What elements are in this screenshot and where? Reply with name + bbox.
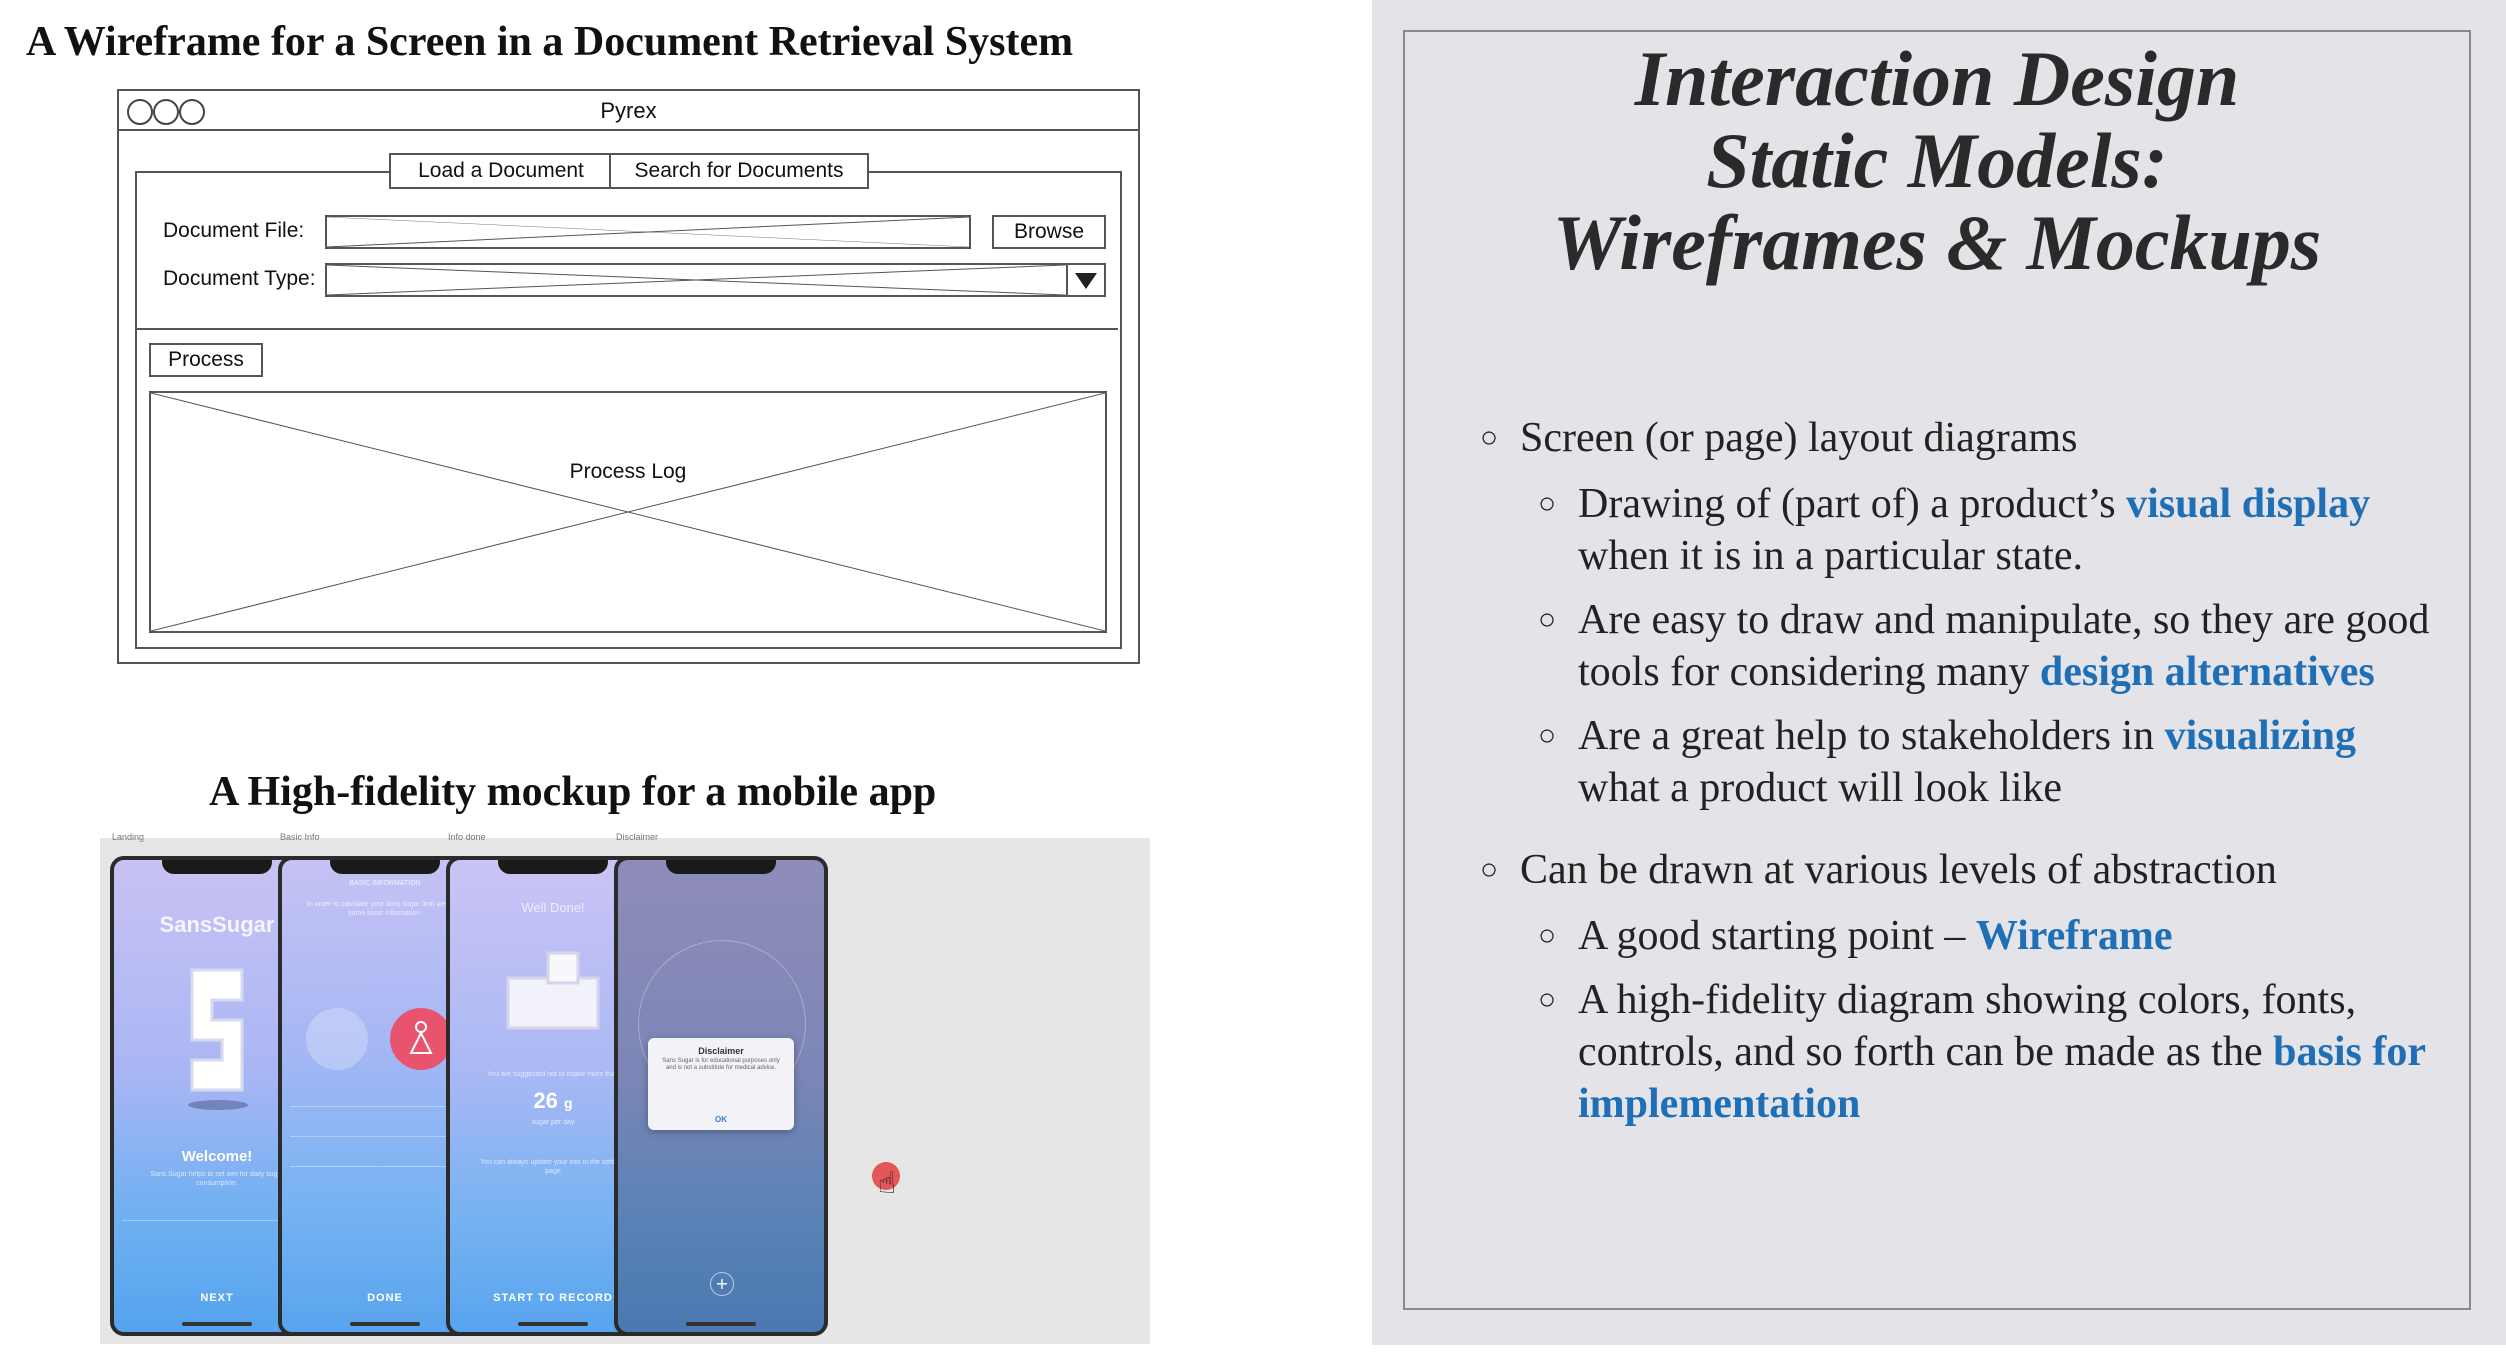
title-line-1: Interaction Design	[1634, 35, 2240, 122]
sugar-cube-logo-icon	[188, 968, 248, 1110]
sub-bullet-visualizing: ○ Are a great help to stakeholders in vi…	[1480, 710, 2440, 814]
process-log-area: Process Log	[149, 391, 1107, 633]
wireframe-heading: A Wireframe for a Screen in a Document R…	[26, 19, 1074, 65]
bullet-marker-icon: ○	[1538, 719, 1557, 752]
disclaimer-dialog: Disclaimer Sans Sugar is for educational…	[648, 1038, 794, 1130]
tab-load-document[interactable]: Load a Document	[389, 153, 613, 189]
document-file-field[interactable]	[325, 215, 971, 249]
process-log-label: Process Log	[569, 460, 687, 483]
highlight-design-alternatives: design alternatives	[2039, 649, 2375, 695]
dialog-body: Sans Sugar is for educational purposes o…	[662, 1058, 780, 1071]
process-button[interactable]: Process	[149, 343, 263, 377]
bullet-layout-diagrams: ○ Screen (or page) layout diagrams	[1480, 412, 2440, 464]
screen-caption: Basic Info	[280, 832, 320, 842]
bullet-marker-icon: ○	[1538, 603, 1557, 636]
document-type-select[interactable]	[325, 263, 1106, 297]
highlight-wireframe: Wireframe	[1975, 913, 2173, 959]
window-title: Pyrex	[600, 98, 657, 123]
wireframe-window: Pyrex Load a Document Search for Documen…	[117, 89, 1140, 664]
thumbs-up-cubes-icon	[506, 951, 600, 1030]
home-indicator	[518, 1322, 588, 1326]
highlight-visualizing: visualizing	[2164, 713, 2357, 759]
bullet-marker-icon: ○	[1538, 919, 1557, 952]
tab-search-documents[interactable]: Search for Documents	[609, 153, 869, 189]
wireframe-titlebar: Pyrex	[119, 91, 1138, 131]
dialog-title: Disclaimer	[698, 1046, 744, 1056]
browse-button[interactable]: Browse	[992, 215, 1106, 249]
sub-bullet-basis-for-implementation: ○ A high-fidelity diagram showing colors…	[1480, 974, 2440, 1130]
sub-bullet-design-alternatives: ○ Are easy to draw and manipulate, so th…	[1480, 594, 2440, 698]
screen-caption: Info done	[448, 832, 486, 842]
dialog-ok-button[interactable]: OK	[648, 1115, 794, 1124]
highlight-visual-display: visual display	[2126, 481, 2371, 527]
bullet-list: ○ Screen (or page) layout diagrams ○ Dra…	[1480, 412, 2440, 1142]
bullet-marker-icon: ○	[1538, 487, 1557, 520]
section-divider	[135, 328, 1118, 330]
mobile-mockup-board: Landing SansSugar Welcome! Sans Sugar he…	[100, 832, 1150, 1344]
mockup-heading: A High-fidelity mockup for a mobile app	[209, 769, 937, 815]
male-option-icon[interactable]	[306, 1008, 368, 1070]
document-file-label: Document File:	[163, 219, 305, 242]
home-indicator	[686, 1322, 756, 1326]
female-option-icon[interactable]	[390, 1008, 452, 1070]
hand-pointer-icon: ☝	[878, 1166, 897, 1201]
home-indicator	[182, 1322, 252, 1326]
phone-notch	[330, 860, 440, 874]
sub-bullet-wireframe: ○ A good starting point – Wireframe	[1480, 910, 2440, 962]
phone-notch	[498, 860, 608, 874]
screen-caption: Landing	[112, 832, 145, 842]
add-icon[interactable]: +	[710, 1272, 734, 1296]
title-line-3: Wireframes & Mockups	[1552, 199, 2322, 286]
bullet-marker-icon: ○	[1538, 983, 1557, 1016]
slide-title: Interaction Design Static Models: Wirefr…	[1403, 38, 2471, 284]
document-type-label: Document Type:	[163, 267, 316, 290]
chevron-down-icon[interactable]	[1066, 265, 1104, 295]
phone-disclaimer: Disclaimer Sans Sugar is for educational…	[614, 856, 828, 1336]
home-indicator	[350, 1322, 420, 1326]
screen-caption: Disclaimer	[616, 832, 659, 842]
phone-notch	[162, 860, 272, 874]
sub-bullet-visual-display: ○ Drawing of (part of) a product’s visua…	[1480, 478, 2440, 582]
bullet-marker-icon: ○	[1480, 421, 1499, 454]
bullet-marker-icon: ○	[1480, 853, 1499, 886]
bullet-levels-of-abstraction: ○ Can be drawn at various levels of abst…	[1480, 844, 2440, 896]
title-line-2: Static Models:	[1706, 117, 2168, 204]
phone-notch	[666, 860, 776, 874]
